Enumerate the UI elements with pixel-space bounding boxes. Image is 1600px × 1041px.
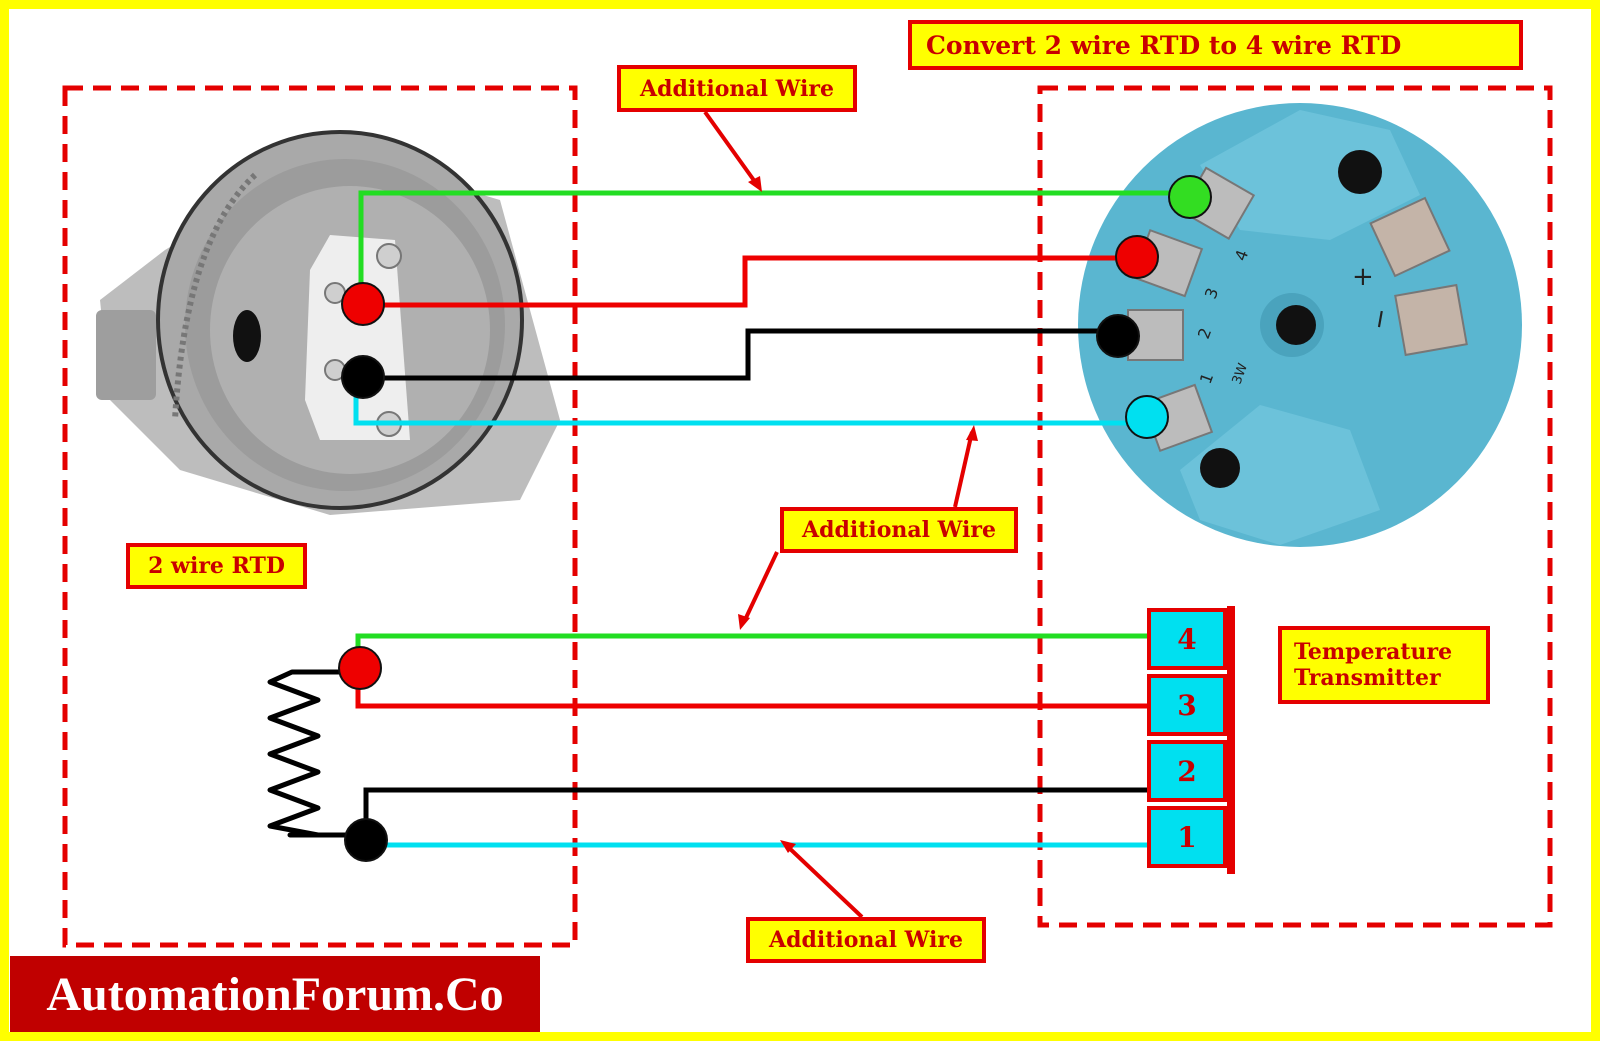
- terminal-4: 4: [1147, 608, 1227, 670]
- transmitter-mount-hole-bottom: [1200, 448, 1240, 488]
- transmitter-label-line2: Transmitter: [1294, 665, 1441, 691]
- schematic-red-node: [338, 646, 382, 690]
- rtd-resistor-symbol: [267, 669, 366, 838]
- transmitter-plus-mark: +: [1352, 262, 1374, 292]
- terminal-2: 2: [1147, 740, 1227, 802]
- terminal-block-edge: [1227, 606, 1235, 874]
- transmitter-terminal-1-dot: [1125, 395, 1169, 439]
- arrow-middle-up-shaft: [953, 431, 974, 508]
- transmitter-image: 1 2 3 4 3W + −: [1078, 103, 1522, 547]
- diagram-title: Convert 2 wire RTD to 4 wire RTD: [908, 20, 1523, 70]
- transmitter-terminal-3-dot: [1115, 235, 1159, 279]
- rtd-screw-top: [376, 243, 402, 269]
- additional-wire-label-bottom: Additional Wire: [746, 917, 986, 963]
- rtd-head-image: [96, 130, 560, 515]
- transmitter-terminal-2-dot: [1096, 314, 1140, 358]
- transmitter-label-line1: Temperature: [1294, 638, 1453, 665]
- transmitter-mount-hole-top: [1338, 150, 1382, 194]
- transmitter-center-hole-inner: [1276, 305, 1316, 345]
- wire-red-schematic: [355, 668, 1150, 709]
- arrow-bottom-shaft: [784, 843, 864, 919]
- arrow-top-shaft: [703, 110, 760, 188]
- terminal-3: 3: [1147, 674, 1227, 736]
- additional-wire-label-top: Additional Wire: [617, 65, 857, 112]
- site-logo: AutomationForum.Co: [10, 956, 540, 1032]
- rtd-terminal-red-dot: [341, 282, 385, 326]
- additional-wire-label-middle: Additional Wire: [780, 507, 1018, 553]
- rtd-hole: [233, 310, 261, 362]
- wire-green-schematic: [355, 633, 1150, 668]
- two-wire-rtd-label: 2 wire RTD: [126, 543, 307, 589]
- rtd-gland: [96, 310, 156, 400]
- schematic-black-node: [344, 818, 388, 862]
- schematic-wires: [267, 633, 1150, 862]
- transmitter-screw-minus: [1394, 283, 1468, 357]
- terminal-1: 1: [1147, 806, 1227, 868]
- wire-black-schematic: [363, 787, 1150, 840]
- rtd-terminal-black-dot: [341, 355, 385, 399]
- arrow-middle-down-shaft: [742, 551, 779, 623]
- temperature-transmitter-label: Temperature Transmitter: [1278, 626, 1490, 704]
- arrow-middle-up-head: [966, 425, 978, 441]
- transmitter-terminal-4-dot: [1168, 175, 1212, 219]
